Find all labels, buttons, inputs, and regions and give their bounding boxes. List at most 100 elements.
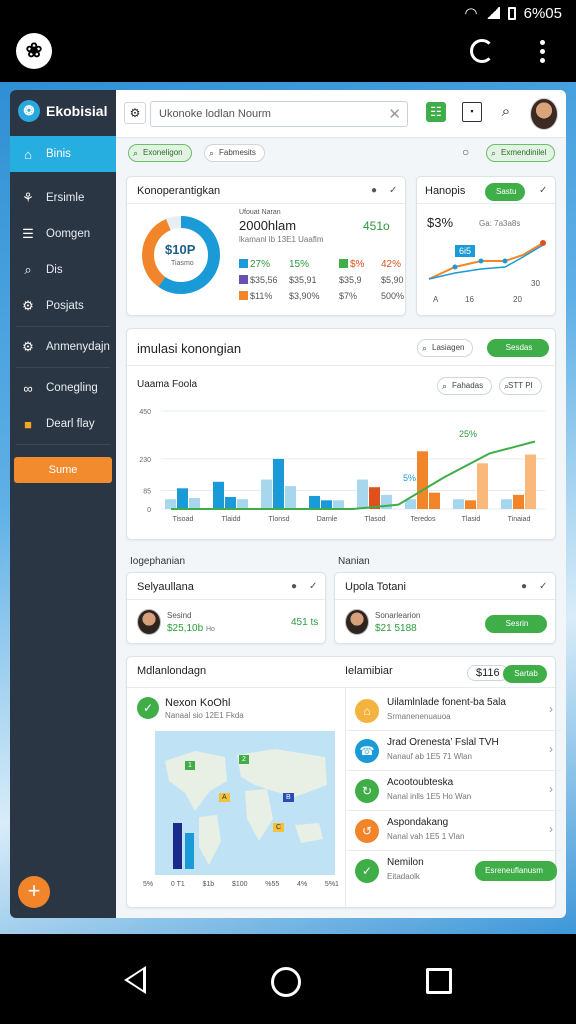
- add-fab-button[interactable]: +: [18, 876, 50, 908]
- folder-icon: ■: [24, 416, 32, 432]
- sidebar-item-label: Oomgen: [46, 228, 91, 240]
- bar[interactable]: [477, 463, 488, 509]
- list-item[interactable]: ↺ Aspondakang Nanal vah 1E5 1 Vlan ›: [347, 811, 561, 851]
- bar[interactable]: [513, 494, 524, 509]
- sidebar-item-dearl-flay[interactable]: ■ Dearl flay: [10, 406, 116, 442]
- filter-pill-fabmesits[interactable]: Fabmesits: [204, 144, 265, 162]
- info-icon[interactable]: ●: [291, 581, 297, 592]
- map-label: C: [273, 823, 285, 832]
- list-item[interactable]: ✓ Nemilon Eitadaolk Esreneuflanusm: [347, 851, 561, 891]
- bottom-card-title-right: Ielamibiar: [345, 665, 393, 677]
- bar[interactable]: [177, 488, 188, 509]
- filter-pill-exmendinilel[interactable]: Exmendinilel: [486, 144, 556, 162]
- bar[interactable]: [465, 500, 476, 509]
- info-icon[interactable]: ●: [371, 185, 377, 196]
- hanopis-button[interactable]: Sastu: [485, 183, 526, 201]
- bar[interactable]: [321, 500, 332, 509]
- list-item[interactable]: ☎ Jrad Orenesta’ Fslal TVH Nanauf ab 1E5…: [347, 731, 561, 771]
- bar[interactable]: [237, 499, 248, 509]
- list-item[interactable]: ↻ Acootoubteska Nanal inlls 1E5 Ho Wan ›: [347, 771, 561, 811]
- search-input-value: Ukonoke lodlan Nourm: [159, 108, 271, 120]
- back-icon[interactable]: [124, 966, 146, 994]
- lasiagen-button[interactable]: Lasiagen: [417, 339, 474, 357]
- home-icon[interactable]: [271, 967, 301, 997]
- phone-icon: ☎: [355, 739, 379, 763]
- world-map[interactable]: [155, 731, 335, 875]
- recent-apps-icon[interactable]: [426, 968, 452, 994]
- sidebar-item-posjats[interactable]: ⚙ Posjats: [10, 288, 116, 324]
- list-item-title: Acootoubteska: [387, 777, 454, 788]
- list-item[interactable]: ⌂ Uilamlnlade fonent-ba 5ala Srmanenenua…: [347, 691, 561, 731]
- collapse-icon[interactable]: ✓: [539, 185, 547, 196]
- sesrin-button[interactable]: Sesrin: [485, 615, 547, 633]
- bar[interactable]: [309, 495, 320, 509]
- brand[interactable]: ❂ Ekobisial: [10, 90, 116, 132]
- collapse-icon[interactable]: ✓: [309, 581, 317, 592]
- bar[interactable]: [273, 458, 284, 509]
- kpi-cell: $11%: [250, 291, 273, 301]
- bar-annotation-1: 25%: [459, 429, 478, 439]
- bar[interactable]: [525, 454, 536, 509]
- sidebar-item-conegling[interactable]: ∞ Conegling: [10, 370, 116, 406]
- collapse-icon[interactable]: ✓: [539, 581, 547, 592]
- bar[interactable]: [261, 479, 272, 509]
- divider: [417, 203, 557, 204]
- overflow-menu-icon[interactable]: [540, 40, 546, 67]
- bar[interactable]: [285, 486, 296, 509]
- bar[interactable]: [333, 500, 344, 509]
- y-tick-label: 0: [147, 507, 151, 514]
- chat-icon[interactable]: ○: [462, 145, 469, 159]
- search-icon[interactable]: ⌕: [496, 102, 516, 122]
- search-input[interactable]: Ukonoke lodlan Nourm ✕: [150, 101, 408, 127]
- sidebar-item-oomgen[interactable]: ☰ Oomgen: [10, 216, 116, 252]
- map-label: 2: [239, 755, 249, 764]
- calendar-icon[interactable]: ▪: [462, 102, 482, 122]
- bar[interactable]: [501, 499, 512, 509]
- list-item-button[interactable]: Esreneuflanusm: [475, 861, 557, 881]
- kpi-cell: $35,91: [289, 275, 317, 285]
- sartab-button[interactable]: Sartab: [503, 665, 547, 683]
- top-bar: ⚙ Ukonoke lodlan Nourm ✕ ☷ ▪ ⌕: [116, 90, 566, 138]
- hanopis-ylabel: 30: [531, 279, 540, 288]
- gear-icon: ⚙: [22, 298, 34, 313]
- bar[interactable]: [225, 497, 236, 509]
- check-icon: ✓: [355, 859, 379, 883]
- kpi-cell: $35,56: [250, 275, 278, 285]
- avatar[interactable]: [530, 98, 558, 130]
- signal-icon: [485, 7, 500, 19]
- status-bar: ◠ 6%05: [0, 0, 576, 26]
- kpi-cell: 15%: [289, 259, 310, 270]
- refresh-icon[interactable]: [470, 39, 494, 63]
- sum-button[interactable]: Sume: [14, 457, 112, 483]
- section-label-left: Iogephanian: [130, 556, 186, 567]
- stt-pi-chip[interactable]: STT PI: [499, 377, 542, 395]
- sidebar-item-label: Dearl flay: [46, 418, 95, 430]
- map-sub: Nanaal sio 12E1 Fkda: [165, 711, 244, 720]
- section-label-right: Nanian: [338, 556, 370, 567]
- sidebar-item-anmenydajn[interactable]: ⚙ Anmenydajn: [10, 329, 116, 365]
- bar[interactable]: [165, 499, 176, 509]
- kpi-cell: 42%: [381, 259, 402, 270]
- collapse-icon[interactable]: ✓: [389, 185, 397, 196]
- sidebar-item-ersimle[interactable]: ⚘ Ersimle: [10, 180, 116, 216]
- info-icon[interactable]: ●: [521, 581, 527, 592]
- bar[interactable]: [453, 499, 464, 509]
- settings-icon[interactable]: ⚙: [124, 102, 146, 124]
- grid-icon[interactable]: ☷: [426, 102, 446, 122]
- sidebar-item-dis[interactable]: ⌕ Dis: [10, 252, 116, 288]
- sidebar-item-binis[interactable]: ⌂ Binis: [10, 136, 116, 172]
- sesdas-button[interactable]: Sesdas: [487, 339, 549, 357]
- clear-icon[interactable]: ✕: [388, 105, 401, 123]
- bar-chart: 0 85 230 450 Tisoad Tlaidd Tlonsd Darnle Tlasod T…: [139, 409, 545, 523]
- sidebar-item-label: Ersimle: [46, 192, 85, 204]
- bar[interactable]: [213, 481, 224, 509]
- fahadas-chip[interactable]: Fahadas: [437, 377, 493, 395]
- bar[interactable]: [429, 492, 440, 509]
- bar[interactable]: [357, 479, 368, 509]
- kpi-cell: $3,90%: [289, 291, 320, 301]
- bar[interactable]: [189, 498, 200, 509]
- bar[interactable]: [417, 451, 428, 509]
- list-item-sub: Nanal vah 1E5 1 Vlan: [387, 832, 465, 841]
- app-logo-icon[interactable]: ❀: [16, 33, 52, 69]
- filter-pill-exoneligon[interactable]: Exoneligon: [128, 144, 192, 162]
